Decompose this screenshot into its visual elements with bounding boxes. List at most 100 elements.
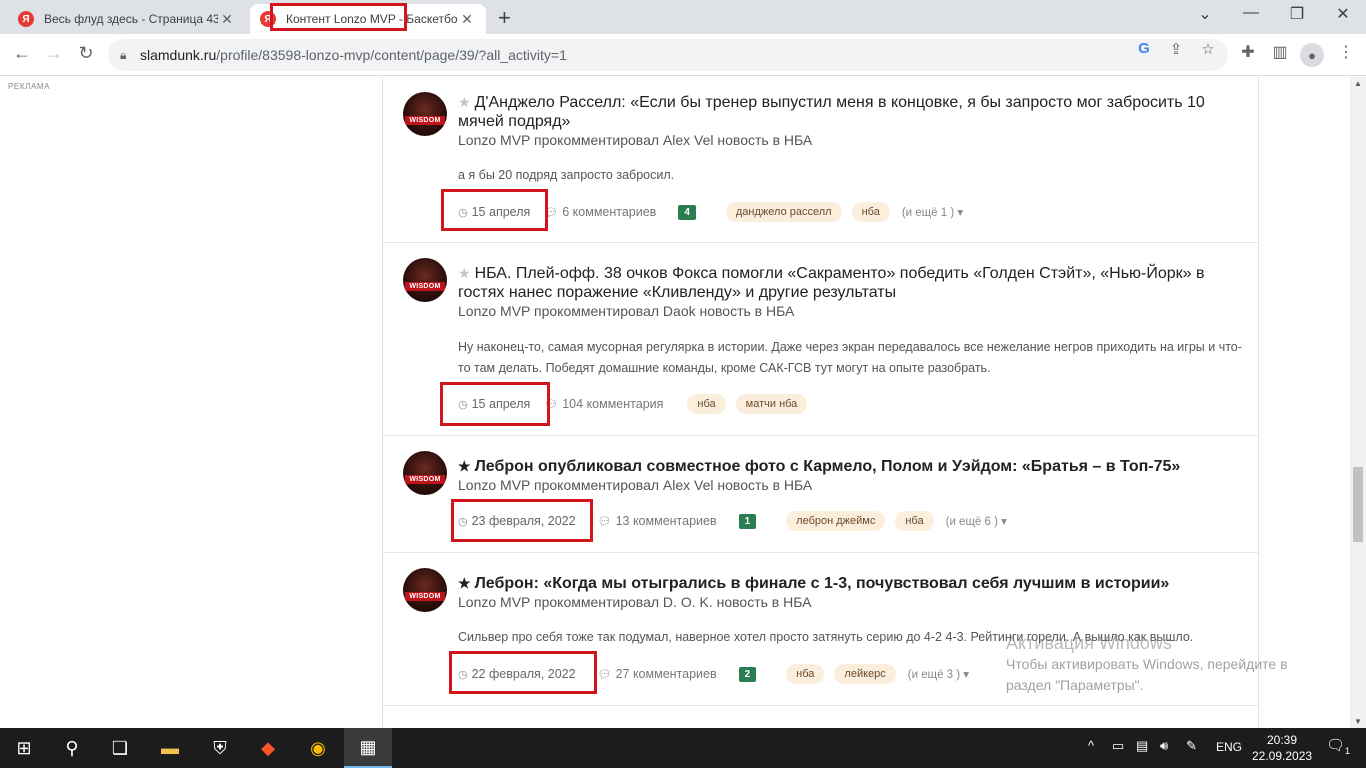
date-highlight-box xyxy=(451,499,593,542)
star-filled-icon: ★ xyxy=(458,458,471,474)
tag-chip[interactable]: леброн джеймс xyxy=(786,511,886,531)
tag-chip[interactable]: лейкерс xyxy=(834,664,896,684)
activity-entry: WISDOM ★ Д'Анджело Расселл: «Если бы трен… xyxy=(383,77,1259,243)
tag-chip[interactable]: нба xyxy=(895,511,934,531)
comment-bubble-icon: 💬︎ xyxy=(597,516,612,528)
watermark-title: Активация Windows xyxy=(1006,633,1172,653)
scroll-up-icon[interactable]: ▲ xyxy=(1350,79,1366,88)
forward-arrow-icon[interactable]: → xyxy=(42,43,66,64)
more-tags-toggle[interactable]: (и ещё 6 ) ▾ xyxy=(946,514,1007,528)
entry-byline: Lonzo MVP прокомментировал Daok новость … xyxy=(458,303,795,319)
new-tab-button[interactable]: + xyxy=(498,5,511,31)
url-domain: slamdunk.ru xyxy=(140,47,217,63)
url-path: /profile/83598-lonzo-mvp/content/page/39… xyxy=(216,47,567,63)
activity-entry: WISDOM ★ Леброн опубликовал совместное фо… xyxy=(383,436,1259,553)
windows-start-icon[interactable]: ⊞ xyxy=(0,728,48,768)
comments-count[interactable]: 💬︎ 104 комментария xyxy=(544,397,663,411)
entry-title[interactable]: ★ Д'Анджело Расселл: «Если бы тренер выпу… xyxy=(458,93,1228,131)
avatar[interactable]: WISDOM xyxy=(403,92,447,136)
reputation-badge: 1 xyxy=(738,513,757,529)
profile-avatar-icon[interactable]: ● xyxy=(1300,43,1324,67)
file-explorer-icon[interactable]: ▬ xyxy=(146,728,194,768)
browser-toolbar: ← → ↻ 🔒︎ slamdunk.ru/profile/83598-lonzo… xyxy=(0,34,1366,76)
entry-title[interactable]: ★ Леброн: «Когда мы отыгрались в финале с… xyxy=(458,574,1228,593)
ad-label: РЕКЛАМА xyxy=(8,82,51,91)
brave-browser-icon[interactable]: ◆ xyxy=(244,728,292,768)
language-indicator[interactable]: ENG xyxy=(1216,740,1242,754)
pen-icon[interactable]: ✎ xyxy=(1186,738,1197,754)
entry-title[interactable]: ★ НБА. Плей-офф. 38 очков Фокса помогли «… xyxy=(458,264,1228,302)
notification-count: 1 xyxy=(1345,746,1351,756)
comments-count[interactable]: 💬︎ 13 комментариев xyxy=(598,514,717,528)
windows-activation-watermark: Активация Windows Чтобы активировать Win… xyxy=(1006,633,1288,696)
tab-strip: Я Весь флуд здесь - Страница 43 ✕ Я Конт… xyxy=(0,0,1366,34)
tag-chip[interactable]: данджело расселл xyxy=(725,202,842,222)
page-content: РЕКЛАМА WISDOM ★ Д'Анджело Расселл: «Если… xyxy=(0,77,1350,728)
lock-icon: 🔒︎ xyxy=(120,47,127,62)
media-app-icon[interactable]: ▦ xyxy=(344,728,392,768)
reputation-badge: 2 xyxy=(738,666,757,682)
page-scrollbar[interactable]: ▲ ▼ xyxy=(1350,77,1366,728)
star-outline-icon: ★ xyxy=(458,265,471,281)
chrome-browser-icon[interactable]: ◉ xyxy=(294,728,342,768)
entry-byline: Lonzo MVP прокомментировал Alex Vel ново… xyxy=(458,132,813,148)
share-icon[interactable]: ⇪ xyxy=(1164,40,1188,58)
scrollbar-thumb[interactable] xyxy=(1353,467,1363,542)
tag-chip[interactable]: матчи нба xyxy=(735,394,808,414)
windows-taskbar: ⊞ ⚲ ❏ ▬ ⛨ ◆ ◉ ▦ ^ ▭ ▤ 🔊︎ ✎ ENG 20:39 22.… xyxy=(0,728,1366,768)
side-panel-icon[interactable]: ▥ xyxy=(1268,42,1292,62)
menu-kebab-icon[interactable]: ⋮ xyxy=(1334,42,1358,62)
window-close-icon[interactable]: ✕ xyxy=(1320,4,1366,24)
security-shield-icon[interactable]: ⛨ xyxy=(196,728,244,768)
watermark-line: Чтобы активировать Windows, перейдите в xyxy=(1006,656,1288,672)
reload-icon[interactable]: ↻ xyxy=(74,43,98,64)
tab-flood[interactable]: Я Весь флуд здесь - Страница 43 ✕ xyxy=(8,4,246,34)
scroll-down-icon[interactable]: ▼ xyxy=(1350,717,1366,726)
battery-icon[interactable]: ▭ xyxy=(1112,738,1124,754)
activity-entry: WISDOM ★ НБА. Плей-офф. 38 очков Фокса по… xyxy=(383,243,1259,436)
close-icon[interactable]: ✕ xyxy=(458,11,476,28)
avatar[interactable]: WISDOM xyxy=(403,568,447,612)
tray-chevron-icon[interactable]: ^ xyxy=(1088,738,1094,753)
entry-byline: Lonzo MVP прокомментировал Alex Vel ново… xyxy=(458,477,813,493)
clock-date: 22.09.2023 xyxy=(1252,749,1313,763)
entry-excerpt: а я бы 20 подряд запросто забросил. xyxy=(458,168,675,182)
activity-feed: WISDOM ★ Д'Анджело Расселл: «Если бы трен… xyxy=(382,77,1259,728)
comment-bubble-icon: 💬︎ xyxy=(597,669,612,681)
minimize-icon[interactable]: — xyxy=(1228,4,1274,22)
tab-highlight-box xyxy=(270,3,407,31)
network-icon[interactable]: ▤ xyxy=(1136,738,1148,754)
star-outline-icon: ★ xyxy=(458,94,471,110)
avatar[interactable]: WISDOM xyxy=(403,451,447,495)
more-tags-toggle[interactable]: (и ещё 3 ) ▾ xyxy=(908,667,969,681)
entry-byline: Lonzo MVP прокомментировал D. O. K. ново… xyxy=(458,594,812,610)
extensions-puzzle-icon[interactable]: ✚ xyxy=(1236,42,1260,62)
address-bar[interactable]: 🔒︎ slamdunk.ru/profile/83598-lonzo-mvp/c… xyxy=(108,39,1228,71)
avatar[interactable]: WISDOM xyxy=(403,258,447,302)
close-icon[interactable]: ✕ xyxy=(218,11,236,28)
bookmark-star-icon[interactable]: ☆ xyxy=(1196,40,1220,58)
tab-search-icon[interactable]: ⌄ xyxy=(1182,4,1228,24)
comments-count[interactable]: 💬︎ 27 комментариев xyxy=(598,667,717,681)
tag-chip[interactable]: нба xyxy=(851,202,890,222)
yandex-favicon-icon: Я xyxy=(18,11,34,27)
more-tags-toggle[interactable]: (и ещё 1 ) ▾ xyxy=(902,205,963,219)
date-highlight-box xyxy=(441,189,548,231)
restore-icon[interactable]: ❐ xyxy=(1274,4,1320,24)
google-translate-icon[interactable]: G xyxy=(1132,40,1156,57)
entry-excerpt: Ну наконец-то, самая мусорная регулярка … xyxy=(458,340,1242,375)
volume-icon[interactable]: 🔊︎ xyxy=(1160,738,1168,754)
star-filled-icon: ★ xyxy=(458,575,471,591)
system-clock[interactable]: 20:39 22.09.2023 xyxy=(1252,732,1312,764)
comments-count[interactable]: 💬︎ 6 комментариев xyxy=(544,205,656,219)
date-highlight-box xyxy=(440,382,550,426)
tag-chip[interactable]: нба xyxy=(786,664,825,684)
notifications-icon[interactable]: 🗨︎1 xyxy=(1326,736,1350,756)
search-icon[interactable]: ⚲ xyxy=(48,728,96,768)
tab-title: Весь флуд здесь - Страница 43 xyxy=(44,12,218,26)
entry-title[interactable]: ★ Леброн опубликовал совместное фото с Ка… xyxy=(458,457,1228,476)
tag-chip[interactable]: нба xyxy=(687,394,726,414)
task-view-icon[interactable]: ❏ xyxy=(96,728,144,768)
clock-time: 20:39 xyxy=(1266,733,1298,747)
back-arrow-icon[interactable]: ← xyxy=(10,43,34,64)
